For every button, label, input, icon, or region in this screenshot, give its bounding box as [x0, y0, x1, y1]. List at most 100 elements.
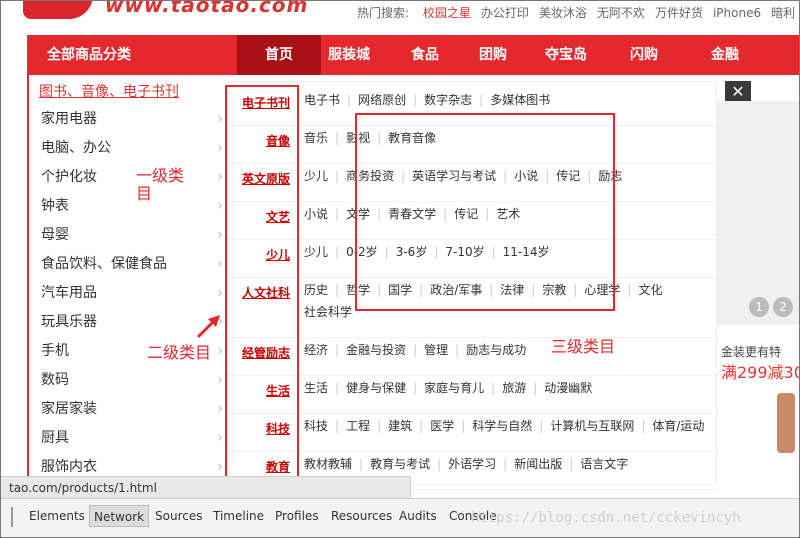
subcategory-link[interactable]: 经济 [304, 343, 328, 357]
subcategory-link[interactable]: 文化 [638, 283, 662, 297]
banner-pager: 12 [749, 297, 797, 317]
link-separator: | [455, 343, 460, 357]
subcategory-link[interactable]: 语言文字 [580, 457, 628, 471]
subcategory-row: 生活 生活 | 健身与保健 | 家庭与育儿 | 旅游 | 动漫幽默 [228, 376, 718, 414]
subcategory-link[interactable]: 小说 [304, 207, 328, 221]
banner-pager-dot[interactable]: 2 [773, 297, 793, 317]
link-separator: | [335, 169, 340, 183]
subcategory-link[interactable]: 科技 [304, 419, 328, 433]
link-separator: | [419, 419, 424, 433]
subcategory-link[interactable]: 教材教辅 [304, 457, 352, 471]
link-separator: | [335, 207, 340, 221]
category-item[interactable]: 厨具 › [41, 424, 225, 453]
hot-search-item[interactable]: 无阿不欢 [597, 6, 645, 20]
subcategory-link[interactable]: 网络原创 [358, 93, 406, 107]
hot-search-item[interactable]: 美妆沐浴 [539, 6, 587, 20]
promo-price[interactable]: 满299减30 [721, 359, 799, 383]
hot-search-item[interactable]: 办公打印 [481, 6, 529, 20]
nav-item[interactable]: 闪购 [607, 35, 681, 75]
subcategory-link[interactable]: 少儿 [304, 169, 328, 183]
link-separator: | [539, 419, 544, 433]
nav-item[interactable]: 金融 [685, 35, 765, 75]
devtools-tab[interactable]: Sources [151, 505, 206, 527]
subcategory-link[interactable]: 生活 [304, 381, 328, 395]
chevron-right-icon: › [217, 401, 223, 417]
subcategory-links: 电子书 | 网络原创 | 数字杂志 | 多媒体图书 [304, 89, 724, 111]
banner-area [717, 101, 799, 325]
all-categories-button[interactable]: 全部商品分类 [27, 35, 237, 75]
subcategory-link[interactable]: 科学与自然 [472, 419, 532, 433]
subcategory-link[interactable]: 励志与成功 [466, 343, 526, 357]
chevron-right-icon: › [217, 227, 223, 243]
subcategory-link[interactable]: 金融与投资 [346, 343, 406, 357]
link-separator: | [335, 245, 340, 259]
subcategory-link[interactable]: 健身与保健 [346, 381, 406, 395]
devtools-tab[interactable]: Elements [25, 505, 89, 527]
subcategory-links: 经济 | 金融与投资 | 管理 | 励志与成功 [304, 339, 724, 361]
category-item[interactable]: 食品饮料、保健食品 › [41, 250, 225, 279]
subcategory-link[interactable]: 外语学习 [448, 457, 496, 471]
nav-item[interactable]: 团购 [461, 35, 525, 75]
nav-item[interactable]: 食品 [393, 35, 457, 75]
devtools-tab[interactable]: Network [89, 505, 150, 527]
hot-search-item[interactable]: 暗利 [771, 6, 795, 20]
category-item[interactable]: 家用电器 › [41, 105, 225, 134]
close-button[interactable]: ✕ [725, 81, 751, 103]
subcategory-link[interactable]: 教育与考试 [370, 457, 430, 471]
promo-text[interactable]: 金装更有特 [721, 343, 781, 360]
subcategory-link[interactable]: 音乐 [304, 131, 328, 145]
subcategory-link[interactable]: 动漫幽默 [544, 381, 592, 395]
subcategory-link[interactable]: 计算机与互联网 [550, 419, 634, 433]
hot-search-item[interactable]: 万件好货 [655, 6, 703, 20]
category-item[interactable]: 钟表 › [41, 192, 225, 221]
subcategory-links: 教材教辅 | 教育与考试 | 外语学习 | 新闻出版 | 语言文字 [304, 453, 724, 475]
link-separator: | [479, 93, 484, 107]
category-books-heading[interactable]: 图书、音像、电子书刊 [39, 81, 179, 101]
link-separator: | [437, 457, 442, 471]
highlight-box-level3 [355, 113, 615, 311]
site-logo-text[interactable]: www.taotao.com [105, 1, 308, 17]
devtools-tab[interactable]: Timeline [209, 505, 268, 527]
hot-search-item[interactable]: iPhone6 [713, 6, 761, 20]
annotation-level1-text: 一级类 目 [136, 166, 185, 203]
nav-item[interactable]: 夺宝岛 [529, 35, 603, 75]
category-item[interactable]: 汽车用品 › [41, 279, 225, 308]
chevron-right-icon: › [217, 198, 223, 214]
devtools-tab[interactable]: Resources [327, 505, 396, 527]
subcategory-link[interactable]: 医学 [430, 419, 454, 433]
promo-image[interactable] [777, 393, 795, 453]
category-item[interactable]: 电脑、办公 › [41, 134, 225, 163]
chevron-right-icon: › [217, 140, 223, 156]
subcategory-link[interactable]: 数字杂志 [424, 93, 472, 107]
link-separator: | [335, 131, 340, 145]
subcategory-link[interactable]: 工程 [346, 419, 370, 433]
category-item[interactable]: 数码 › [41, 366, 225, 395]
subcategory-link[interactable]: 家庭与育儿 [424, 381, 484, 395]
subcategory-link[interactable]: 历史 [304, 283, 328, 297]
subcategory-link[interactable]: 电子书 [304, 93, 340, 107]
category-item-label: 个护化妆 [41, 169, 97, 185]
category-item[interactable]: 家居家装 › [41, 395, 225, 424]
category-item[interactable]: 个护化妆 › [41, 163, 225, 192]
subcategory-link[interactable]: 社会科学 [304, 305, 352, 319]
subcategory-link[interactable]: 管理 [424, 343, 448, 357]
watermark: https://blog.csdn.net/cckevincyh [471, 510, 741, 526]
link-separator: | [533, 381, 538, 395]
subcategory-link[interactable]: 多媒体图书 [490, 93, 550, 107]
nav-item[interactable]: 服装城 [307, 35, 391, 75]
link-separator: | [335, 381, 340, 395]
banner-pager-dot[interactable]: 1 [749, 297, 769, 317]
hot-search-item[interactable]: 校园之星 [423, 6, 471, 20]
devtools-tab[interactable]: Audits [395, 505, 441, 527]
browser-screenshot: www.taotao.com 热门搜索: 校园之星 办公打印 美妆沐浴 无阿不欢 万件好… [0, 0, 800, 538]
subcategory-link[interactable]: 建筑 [388, 419, 412, 433]
chevron-right-icon: › [217, 285, 223, 301]
subcategory-link[interactable]: 旅游 [502, 381, 526, 395]
devtools-tab[interactable]: Profiles [271, 505, 323, 527]
category-item-label: 电脑、办公 [41, 140, 111, 156]
subcategory-link[interactable]: 体育/运动 [652, 419, 704, 433]
subcategory-link[interactable]: 少儿 [304, 245, 328, 259]
category-item[interactable]: 母婴 › [41, 221, 225, 250]
subcategory-link[interactable]: 新闻出版 [514, 457, 562, 471]
category-item-label: 厨具 [41, 430, 69, 446]
